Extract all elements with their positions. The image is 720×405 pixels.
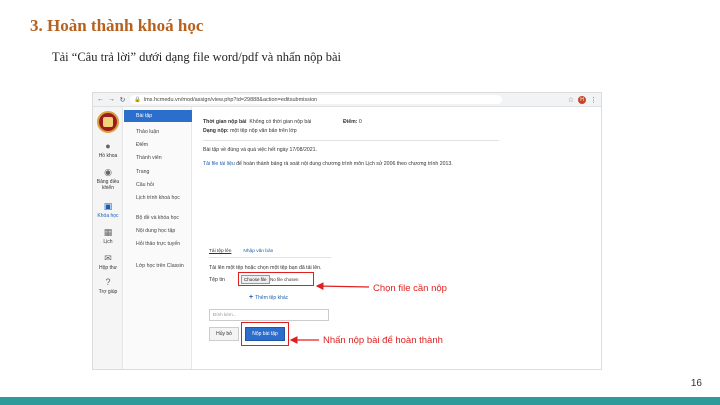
divider — [203, 140, 499, 141]
forward-icon[interactable]: → — [108, 96, 115, 103]
school-logo[interactable] — [97, 111, 119, 133]
menu-item-online-seminar[interactable]: Hỏi thảo trực tuyến — [124, 241, 184, 247]
menu-item-assignments[interactable]: Bài tập — [124, 110, 192, 122]
back-icon[interactable]: ← — [97, 96, 104, 103]
course-menu: Bài tập Thảo luận Điểm Thành viên Trang … — [124, 107, 192, 369]
rail-label: Hồ khoa — [98, 153, 118, 159]
submission-tabs: Tải tệp lên Nhập văn bản — [209, 249, 273, 254]
slide-title: 3. Hoàn thành khoá học — [30, 16, 204, 35]
submission-type-row: Dạng nộp: một tệp nộp văn bản trên lớp — [203, 128, 297, 134]
lock-icon: 🔒 — [134, 96, 141, 103]
menu-item-learning-content[interactable]: Nội dung học tập — [124, 228, 192, 234]
menu-item-schedule[interactable]: Lịch trình khoá học — [124, 195, 184, 201]
instruction-row: Tải file tài liệu để hoàn thành bảng rà … — [203, 161, 453, 167]
menu-item-grades[interactable]: Điểm — [124, 142, 192, 148]
plus-icon: + — [249, 294, 254, 301]
score-row: Điểm: 0 — [343, 119, 362, 125]
menu-item-discussion[interactable]: Thảo luận — [124, 129, 192, 135]
upload-hint: Tải lên một tệp hoặc chọn một tệp bạn đã… — [209, 265, 322, 271]
download-file-link[interactable]: Tải file tài liệu — [203, 161, 235, 167]
person-icon: ● — [105, 141, 111, 151]
rail-item-dashboard[interactable]: ◉ Bảng điều khiển — [93, 167, 123, 191]
tab-upload-file[interactable]: Tải tệp lên — [209, 249, 231, 254]
submission-time-row: Thời gian nộp bài Không có thời gian nộp… — [203, 119, 312, 125]
rail-label: Bảng điều khiển — [96, 179, 120, 191]
reload-icon[interactable]: ↻ — [119, 96, 126, 104]
browser-menu-icon[interactable]: ⋮ — [590, 96, 597, 104]
rail-label: Hộp thư — [98, 265, 118, 271]
bookmark-star-icon[interactable]: ☆ — [568, 96, 574, 104]
rail-label: Lịch — [103, 239, 113, 245]
url-text: lms.hcmedu.vn/mod/assign/view.php?id=298… — [143, 96, 318, 103]
comment-input[interactable]: Đính kèm... — [209, 309, 329, 321]
rail-item-profile[interactable]: ● Hồ khoa — [93, 141, 123, 159]
choose-file-highlight — [238, 272, 314, 286]
rail-item-mail[interactable]: ✉ Hộp thư — [93, 253, 123, 271]
file-label: Tệp tin — [209, 277, 225, 283]
assignment-content: Thời gian nộp bài Không có thời gian nộp… — [193, 107, 601, 369]
deadline-text: Bài tập về đúng và quá việc hết ngày 17/… — [203, 147, 317, 153]
rail-label: Trợ giúp — [98, 289, 118, 295]
browser-toolbar: ← → ↻ 🔒 lms.hcmedu.vn/mod/assign/view.ph… — [93, 93, 601, 107]
menu-item-members[interactable]: Thành viên — [124, 155, 192, 161]
menu-item-questions[interactable]: Câu hỏi — [124, 182, 192, 188]
cancel-button[interactable]: Hủy bỏ — [209, 327, 239, 341]
course-icon: ▣ — [103, 201, 113, 211]
tab-enter-text[interactable]: Nhập văn bản — [243, 249, 273, 254]
calendar-icon: ▦ — [103, 227, 113, 237]
dashboard-icon: ◉ — [104, 167, 112, 177]
lms-screenshot: ← → ↻ 🔒 lms.hcmedu.vn/mod/assign/view.ph… — [92, 92, 602, 370]
rail-item-help[interactable]: ? Trợ giúp — [93, 277, 123, 295]
menu-item-question-bank[interactable]: Bộ đề và khóa học — [124, 215, 192, 221]
mail-icon: ✉ — [104, 253, 112, 263]
rail-item-courses[interactable]: ▣ Khóa học — [93, 201, 123, 219]
rail-item-calendar[interactable]: ▦ Lịch — [93, 227, 123, 245]
add-file-link[interactable]: + Thêm tệp khác — [249, 294, 288, 301]
choose-file-callout: Chọn file cần nộp — [373, 283, 447, 294]
submit-callout: Nhấn nộp bài để hoàn thành — [323, 335, 443, 346]
slide-subtitle: Tải “Câu trả lời” dưới dạng file word/pd… — [52, 50, 342, 64]
help-icon: ? — [105, 277, 111, 287]
submit-highlight — [241, 322, 289, 346]
profile-avatar[interactable]: H — [578, 95, 586, 104]
menu-item-pages[interactable]: Trang — [124, 169, 192, 175]
page-number: 16 — [690, 378, 702, 389]
rail-label: Khóa học — [97, 213, 119, 219]
bottom-accent-bar — [0, 397, 720, 405]
icon-rail: ● Hồ khoa ◉ Bảng điều khiển ▣ Khóa học ▦… — [93, 107, 123, 369]
tab-underline — [209, 257, 331, 258]
address-bar[interactable]: 🔒 lms.hcmedu.vn/mod/assign/view.php?id=2… — [130, 95, 502, 104]
menu-item-classin[interactable]: Lớp học trên Classin — [124, 263, 192, 269]
